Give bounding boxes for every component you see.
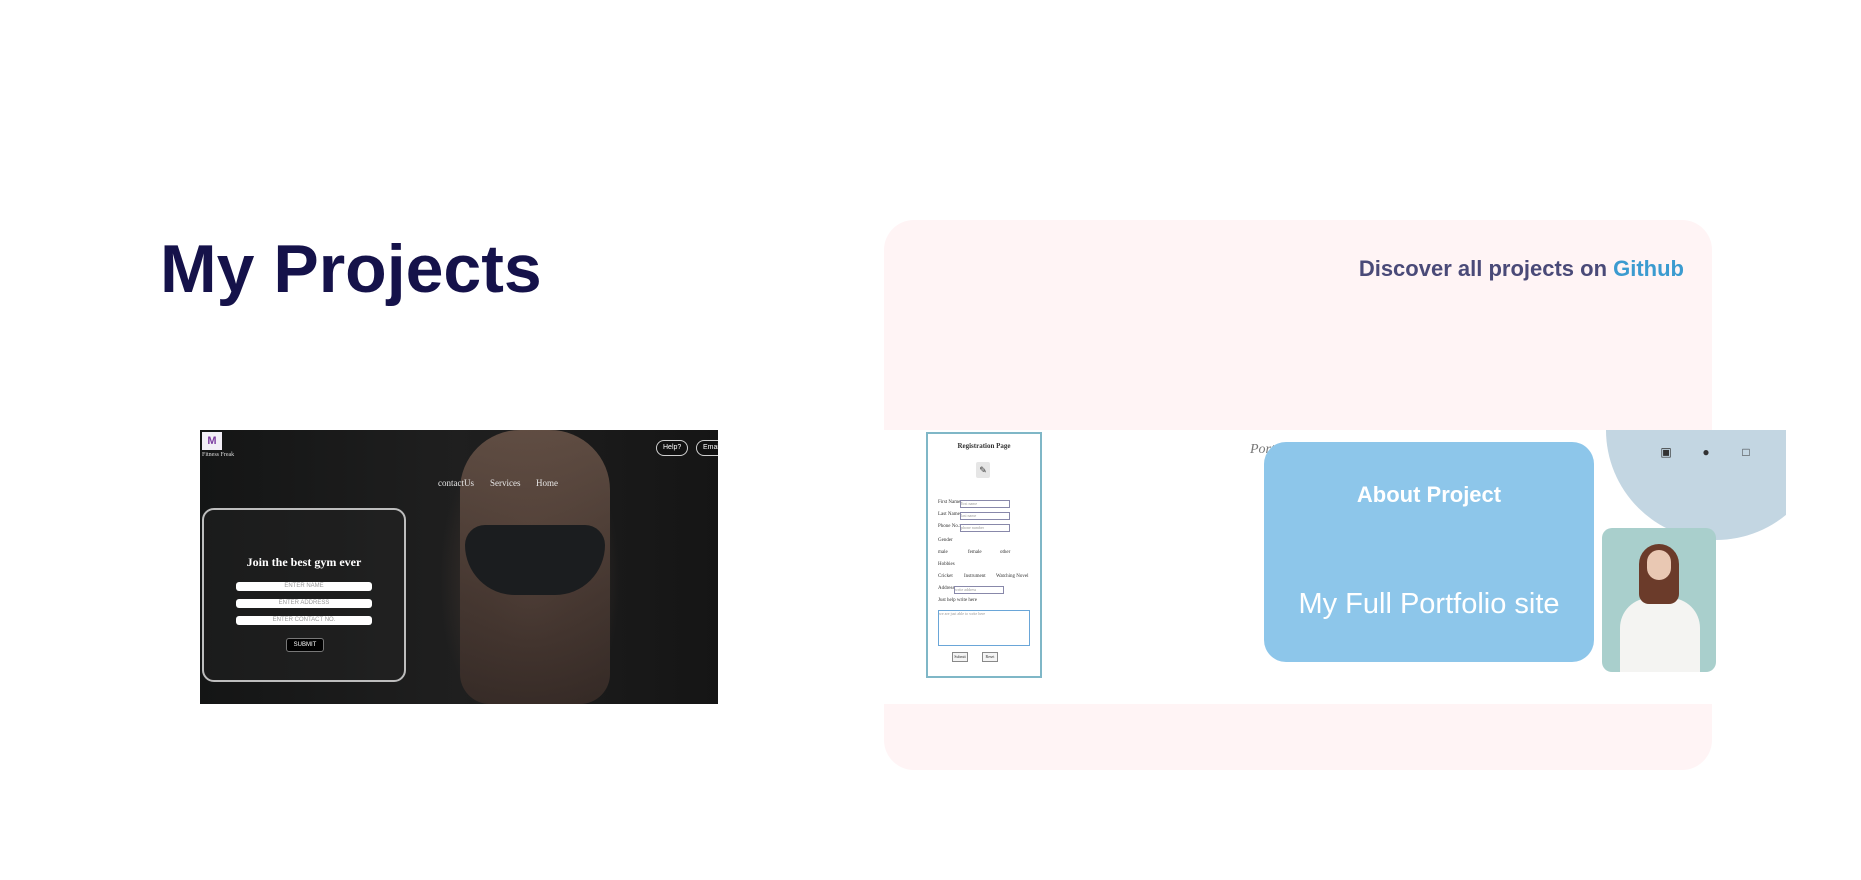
linkedin-icon[interactable]: □	[1738, 444, 1754, 460]
address-label: Address	[938, 586, 955, 591]
about-title: About Project	[1356, 482, 1502, 507]
hobbies-label: Hobbies	[938, 562, 955, 567]
reg-reset-button[interactable]: Reset	[982, 652, 998, 662]
first-name-label: First Name:	[938, 500, 962, 505]
notes-textarea[interactable]: we are just able to write here	[938, 610, 1030, 646]
model-top	[465, 525, 605, 595]
about-subtitle: My Full Portfolio site	[1298, 588, 1560, 620]
gym-signup-form: Join the best gym ever ENTER NAME ENTER …	[202, 508, 406, 682]
form-title: Join the best gym ever	[246, 555, 362, 569]
registration-preview[interactable]: Registration Page ✎ First Name: first na…	[926, 432, 1042, 678]
name-input[interactable]: ENTER NAME	[236, 582, 372, 591]
hobby-cricket[interactable]: Cricket	[938, 574, 953, 579]
address-input[interactable]: write address	[954, 586, 1004, 594]
contact-input[interactable]: ENTER CONTACT NO.	[236, 616, 372, 625]
gender-male[interactable]: male	[938, 550, 948, 555]
registration-title: Registration Page	[957, 442, 1011, 450]
reg-submit-button[interactable]: Submit	[952, 652, 968, 662]
discover-label: Discover all projects on	[1358, 256, 1614, 281]
nav-services[interactable]: Services	[490, 478, 521, 488]
gym-logo: M	[202, 432, 222, 450]
portrait-face	[1647, 550, 1671, 580]
gender-other[interactable]: other	[1000, 550, 1010, 555]
nav-contact[interactable]: contactUs	[438, 478, 474, 488]
github-icon[interactable]: ●	[1698, 444, 1714, 460]
hobby-instrument[interactable]: Instrument	[964, 574, 986, 579]
discover-text: Discover all projects on Github	[1200, 256, 1684, 282]
about-project-card[interactable]: About Project My Full Portfolio site	[1264, 442, 1594, 662]
instagram-icon[interactable]: ▣	[1658, 444, 1674, 460]
form-icon: ✎	[976, 462, 990, 478]
gym-project-preview[interactable]: M Fitness Freak Help? Email contactUs Se…	[200, 430, 718, 704]
portrait-photo	[1602, 528, 1716, 672]
gender-female[interactable]: female	[968, 550, 982, 555]
page-title: My Projects	[160, 231, 542, 307]
gender-label: Gender	[938, 538, 953, 543]
textarea-label: Just help write here	[938, 598, 978, 603]
portrait-shirt	[1620, 598, 1700, 672]
gym-logo-caption: Fitness Freak	[202, 452, 235, 458]
submit-button[interactable]: SUBMIT	[286, 638, 324, 652]
address-input[interactable]: ENTER ADDRESS	[236, 599, 372, 608]
email-button[interactable]: Email	[696, 440, 718, 456]
phone-input[interactable]: phone number	[960, 524, 1010, 532]
github-link[interactable]: Github	[1613, 256, 1684, 281]
last-name-label: Last Name:	[938, 512, 962, 517]
hobby-novel[interactable]: Watching Novel	[996, 574, 1029, 579]
nav-home[interactable]: Home	[536, 478, 558, 488]
phone-label: Phone No.:	[938, 524, 961, 529]
decor-circle	[1606, 430, 1786, 540]
first-name-input[interactable]: first name	[960, 500, 1010, 508]
last-name-input[interactable]: last name	[960, 512, 1010, 520]
help-button[interactable]: Help?	[656, 440, 689, 456]
